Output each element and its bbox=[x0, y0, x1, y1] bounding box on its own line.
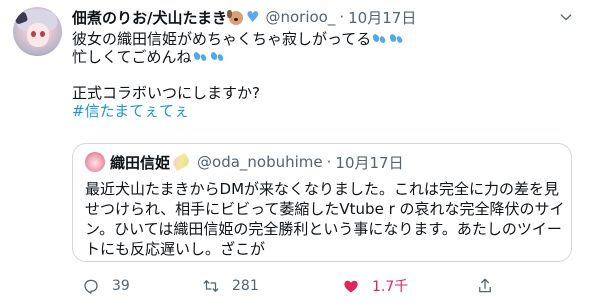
quoted-line: 最近犬山たまきからDMが来なくなりました。これは完全に力の差を見 bbox=[85, 180, 560, 198]
quoted-tweet-text: 最近犬山たまきからDMが来なくなりました。これは完全に力の差を見 せつけられ、相… bbox=[85, 179, 565, 259]
quoted-tweet-header: 織田信姫 @oda_nobuhime · 10月17日 bbox=[85, 152, 404, 172]
like-button[interactable]: 1.7千 bbox=[342, 274, 408, 298]
blue-heart-icon: ♥ bbox=[246, 8, 260, 26]
retweet-icon bbox=[203, 280, 219, 292]
quoted-line: せつけられ、相手にビビって萎縮したVtube r の哀れな完全降伏のサイ bbox=[85, 200, 565, 218]
separator-dot: · bbox=[339, 8, 345, 26]
tweet-line: 彼女の織田信姫がめちゃくちゃ寂しがってる bbox=[72, 30, 572, 48]
retweet-count: 281 bbox=[232, 278, 259, 294]
avatar-eye bbox=[40, 31, 45, 37]
reply-icon bbox=[84, 279, 98, 294]
tweet-line-text: 忙しくてごめんね bbox=[72, 48, 192, 66]
reply-count: 39 bbox=[112, 278, 130, 294]
tweet-line-text: 彼女の織田信姫がめちゃくちゃ寂しがってる bbox=[72, 30, 372, 48]
quoted-author-name: 織田信姫 bbox=[110, 153, 171, 172]
quoted-author-handle: @oda_nobuhime bbox=[197, 153, 323, 171]
quoted-tweet-date: 10月17日 bbox=[335, 153, 404, 172]
more-options-icon[interactable] bbox=[557, 8, 575, 26]
quoted-line: ン。ひいては織田信姫の完全勝利という事になります。あたしのツイー bbox=[85, 220, 562, 238]
reply-button[interactable]: 39 bbox=[82, 274, 130, 298]
dog-face-icon bbox=[227, 10, 244, 25]
quoted-line: トにも反応遅いし。ざこが bbox=[85, 240, 266, 258]
hashtag-link[interactable]: #信たまてぇてぇ bbox=[72, 102, 572, 120]
glowstick-icon bbox=[171, 152, 191, 172]
author-display-name[interactable]: 佃煮のりお/犬山たまき bbox=[72, 7, 227, 28]
retweet-button[interactable]: 281 bbox=[202, 274, 259, 298]
sweat-droplets-icon bbox=[372, 32, 388, 46]
like-count: 1.7千 bbox=[372, 279, 409, 295]
chevron-down-icon bbox=[560, 14, 572, 21]
separator-dot: · bbox=[326, 153, 332, 171]
quoted-author-avatar bbox=[85, 152, 105, 172]
tweet-text: 彼女の織田信姫がめちゃくちゃ寂しがってる 忙しくてごめんね 正式コラボいつにしま… bbox=[72, 30, 572, 120]
author-handle[interactable]: @norioo_ bbox=[265, 8, 335, 26]
tweet-date[interactable]: 10月17日 bbox=[348, 7, 416, 28]
share-icon bbox=[479, 278, 491, 293]
tweet-card[interactable]: 佃煮のりお/犬山たまき ♥ @norioo_ · 10月17日 彼女の織田信姫が… bbox=[0, 0, 591, 307]
author-avatar[interactable] bbox=[13, 7, 62, 56]
tweet-line: 忙しくてごめんね bbox=[72, 48, 572, 66]
share-button[interactable] bbox=[476, 274, 494, 298]
tweet-line: 正式コラボいつにしますか? bbox=[72, 84, 260, 102]
sweat-droplets-icon bbox=[193, 50, 209, 64]
quoted-tweet[interactable]: 織田信姫 @oda_nobuhime · 10月17日 最近犬山たまきからDMが… bbox=[72, 143, 572, 262]
avatar-eye bbox=[31, 31, 36, 37]
sweat-droplets-icon bbox=[210, 50, 226, 64]
tweet-header: 佃煮のりお/犬山たまき ♥ @norioo_ · 10月17日 bbox=[72, 6, 416, 28]
sweat-droplets-icon bbox=[389, 32, 405, 46]
heart-filled-icon bbox=[344, 280, 358, 293]
tweet-actions: 39 281 1.7千 bbox=[72, 274, 572, 298]
